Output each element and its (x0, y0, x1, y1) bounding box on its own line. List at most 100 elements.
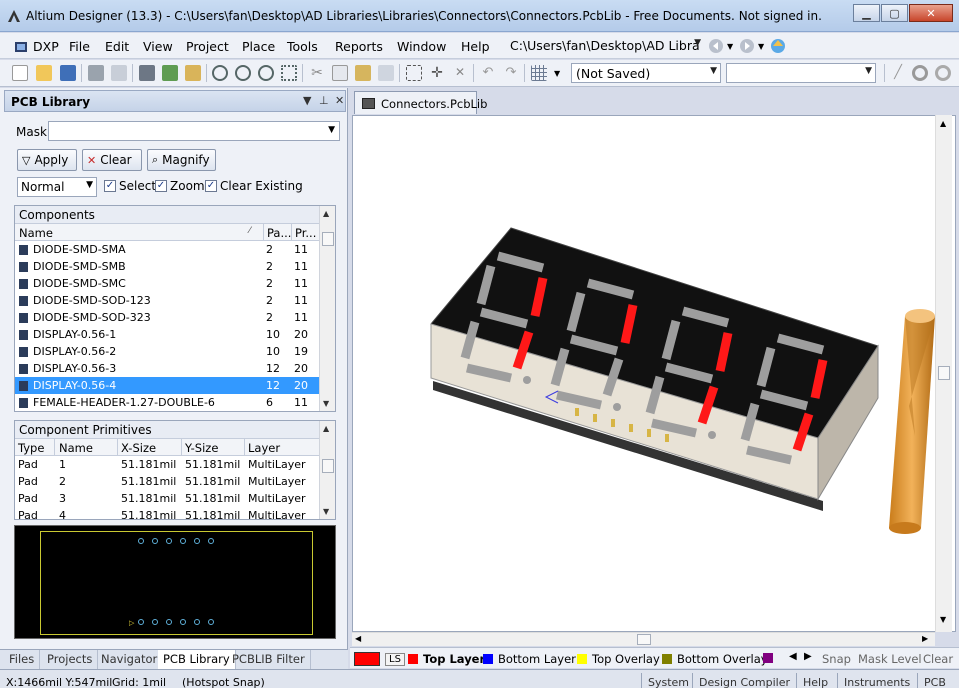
primitives-scrollbar[interactable]: ▲ ▼ (319, 421, 335, 519)
layer-tab[interactable]: Bottom Layer (483, 650, 580, 668)
menu-window[interactable]: Window (397, 39, 446, 54)
scroll-thumb[interactable] (938, 366, 950, 380)
open-folder-icon[interactable] (36, 65, 52, 81)
magnify-button[interactable]: ⌕ Magnify (147, 149, 216, 171)
layer-set-button[interactable]: LS (354, 650, 409, 668)
components-scrollbar[interactable]: ▲ ▼ (319, 206, 335, 411)
scroll-thumb[interactable] (637, 634, 651, 645)
mode-select[interactable]: Normal ▼ (17, 177, 97, 197)
col-pads[interactable]: Pa... (267, 226, 291, 240)
col-name[interactable]: Name (19, 226, 53, 240)
scroll-thumb[interactable] (322, 232, 334, 246)
secondary-combo[interactable]: ▼ (726, 63, 876, 83)
viewport-horizontal-scrollbar[interactable]: ◀ ▶ (352, 632, 935, 646)
zoom-in-icon[interactable] (212, 65, 228, 81)
clear-filter-button[interactable]: Clear (923, 652, 953, 666)
footprint-preview[interactable]: ▷ (14, 525, 336, 639)
redo-icon[interactable]: ↷ (503, 65, 519, 81)
select-checkbox[interactable]: ✓ Select (104, 179, 156, 193)
scroll-thumb[interactable] (322, 459, 334, 473)
component-row[interactable]: DIODE-SMD-SOD-323 2 11 (15, 309, 335, 326)
component-row[interactable]: DISPLAY-0.56-4 12 20 (15, 377, 335, 394)
tab-files[interactable]: Files (4, 650, 41, 669)
system-button[interactable]: System (641, 673, 695, 688)
menu-tools[interactable]: Tools (287, 39, 318, 54)
pcb-button[interactable]: PCB (917, 673, 952, 688)
component-row[interactable]: DIODE-SMD-SOD-123 2 11 (15, 292, 335, 309)
menu-reports[interactable]: Reports (335, 39, 383, 54)
menu-file[interactable]: File (69, 39, 90, 54)
tab-pcb-library[interactable]: PCB Library (158, 650, 236, 669)
forward-icon[interactable] (739, 38, 755, 54)
panel-menu-icon[interactable]: ▼ (303, 94, 311, 107)
paste-icon[interactable] (355, 65, 371, 81)
checkbox-zoom[interactable]: ✓ (155, 180, 167, 192)
chevron-down-icon[interactable]: ▼ (727, 42, 733, 51)
maximize-button[interactable]: ▢ (881, 4, 908, 22)
tab-navigator[interactable]: Navigator (96, 650, 164, 669)
component-row[interactable]: DIODE-SMD-SMA 2 11 (15, 241, 335, 258)
menu-project[interactable]: Project (186, 39, 229, 54)
primitive-row[interactable]: Pad 3 51.181mil 51.181mil MultiLayer (15, 490, 335, 507)
clear-button[interactable]: ✕ Clear (82, 149, 142, 171)
mask-input[interactable]: ▼ (48, 121, 340, 141)
deselect-icon[interactable]: ✕ (452, 65, 468, 81)
scroll-up-icon[interactable]: ▲ (940, 119, 946, 128)
tab-connectors-pcblib[interactable]: Connectors.PcbLib (354, 91, 487, 114)
pin-icon[interactable]: ⊥ (319, 94, 329, 107)
gear-icon[interactable] (912, 65, 928, 81)
viewport-vertical-scrollbar[interactable]: ▲ ▼ (935, 115, 952, 632)
zoom-out-icon[interactable] (235, 65, 251, 81)
grid-icon[interactable] (531, 65, 547, 81)
layer-tab[interactable]: Top Layer (408, 650, 489, 668)
help-icon[interactable] (935, 65, 951, 81)
document-path-combo[interactable]: C:\Users\fan\Desktop\AD Libra ▼ (506, 36, 704, 56)
scroll-left-icon[interactable]: ◀ (355, 634, 361, 643)
save-icon[interactable] (60, 65, 76, 81)
zoom-area-icon[interactable] (258, 65, 274, 81)
extra-layer-swatch[interactable] (763, 653, 773, 663)
print-preview-icon[interactable] (111, 65, 127, 81)
checkbox-clear-existing[interactable]: ✓ (205, 180, 217, 192)
layer-scroll-left-icon[interactable]: ◀ (789, 651, 797, 662)
col-x-size[interactable]: X-Size (121, 441, 156, 455)
col-type[interactable]: Type (18, 441, 44, 455)
component-row[interactable]: DIODE-SMD-SMC 2 11 (15, 275, 335, 292)
copy-icon[interactable] (332, 65, 348, 81)
3d-layers-icon[interactable] (139, 65, 155, 81)
col-prims[interactable]: Pr... (295, 226, 316, 240)
rubber-stamp-icon[interactable] (378, 65, 394, 81)
checkbox-select[interactable]: ✓ (104, 180, 116, 192)
board-icon[interactable] (162, 65, 178, 81)
menu-place[interactable]: Place (242, 39, 275, 54)
move-icon[interactable]: ✛ (429, 65, 445, 81)
zoom-selected-icon[interactable] (281, 65, 297, 81)
design-compiler-button[interactable]: Design Compiler (692, 673, 796, 688)
primitive-row[interactable]: Pad 2 51.181mil 51.181mil MultiLayer (15, 473, 335, 490)
layer-tab[interactable]: Top Overlay (577, 650, 664, 668)
new-document-icon[interactable] (12, 65, 28, 81)
3d-viewport[interactable] (352, 115, 956, 632)
menu-help[interactable]: Help (461, 39, 490, 54)
home-icon[interactable] (769, 37, 787, 55)
back-icon[interactable] (708, 38, 724, 54)
line-icon[interactable]: ╱ (890, 65, 906, 81)
minimize-button[interactable]: ▁ (853, 4, 880, 22)
snap-button[interactable]: Snap (822, 652, 851, 666)
scroll-right-icon[interactable]: ▶ (922, 634, 928, 643)
zoom-checkbox[interactable]: ✓ Zoom (155, 179, 205, 193)
primitive-row[interactable]: Pad 1 51.181mil 51.181mil MultiLayer (15, 456, 335, 473)
col-y-size[interactable]: Y-Size (185, 441, 218, 455)
scroll-up-icon[interactable]: ▲ (323, 209, 329, 218)
component-row[interactable]: DISPLAY-0.56-3 12 20 (15, 360, 335, 377)
apply-button[interactable]: ▽ Apply (17, 149, 77, 171)
scroll-down-icon[interactable]: ▼ (323, 507, 329, 516)
scroll-up-icon[interactable]: ▲ (323, 424, 329, 433)
instruments-button[interactable]: Instruments (837, 673, 916, 688)
col-layer[interactable]: Layer (248, 441, 280, 455)
cut-icon[interactable]: ✂ (309, 65, 325, 81)
chevron-down-icon[interactable]: ▼ (758, 42, 764, 51)
tab-projects[interactable]: Projects (42, 650, 99, 669)
variant-combo[interactable]: (Not Saved) ▼ (571, 63, 721, 83)
component-row[interactable]: DIODE-SMD-SMB 2 11 (15, 258, 335, 275)
